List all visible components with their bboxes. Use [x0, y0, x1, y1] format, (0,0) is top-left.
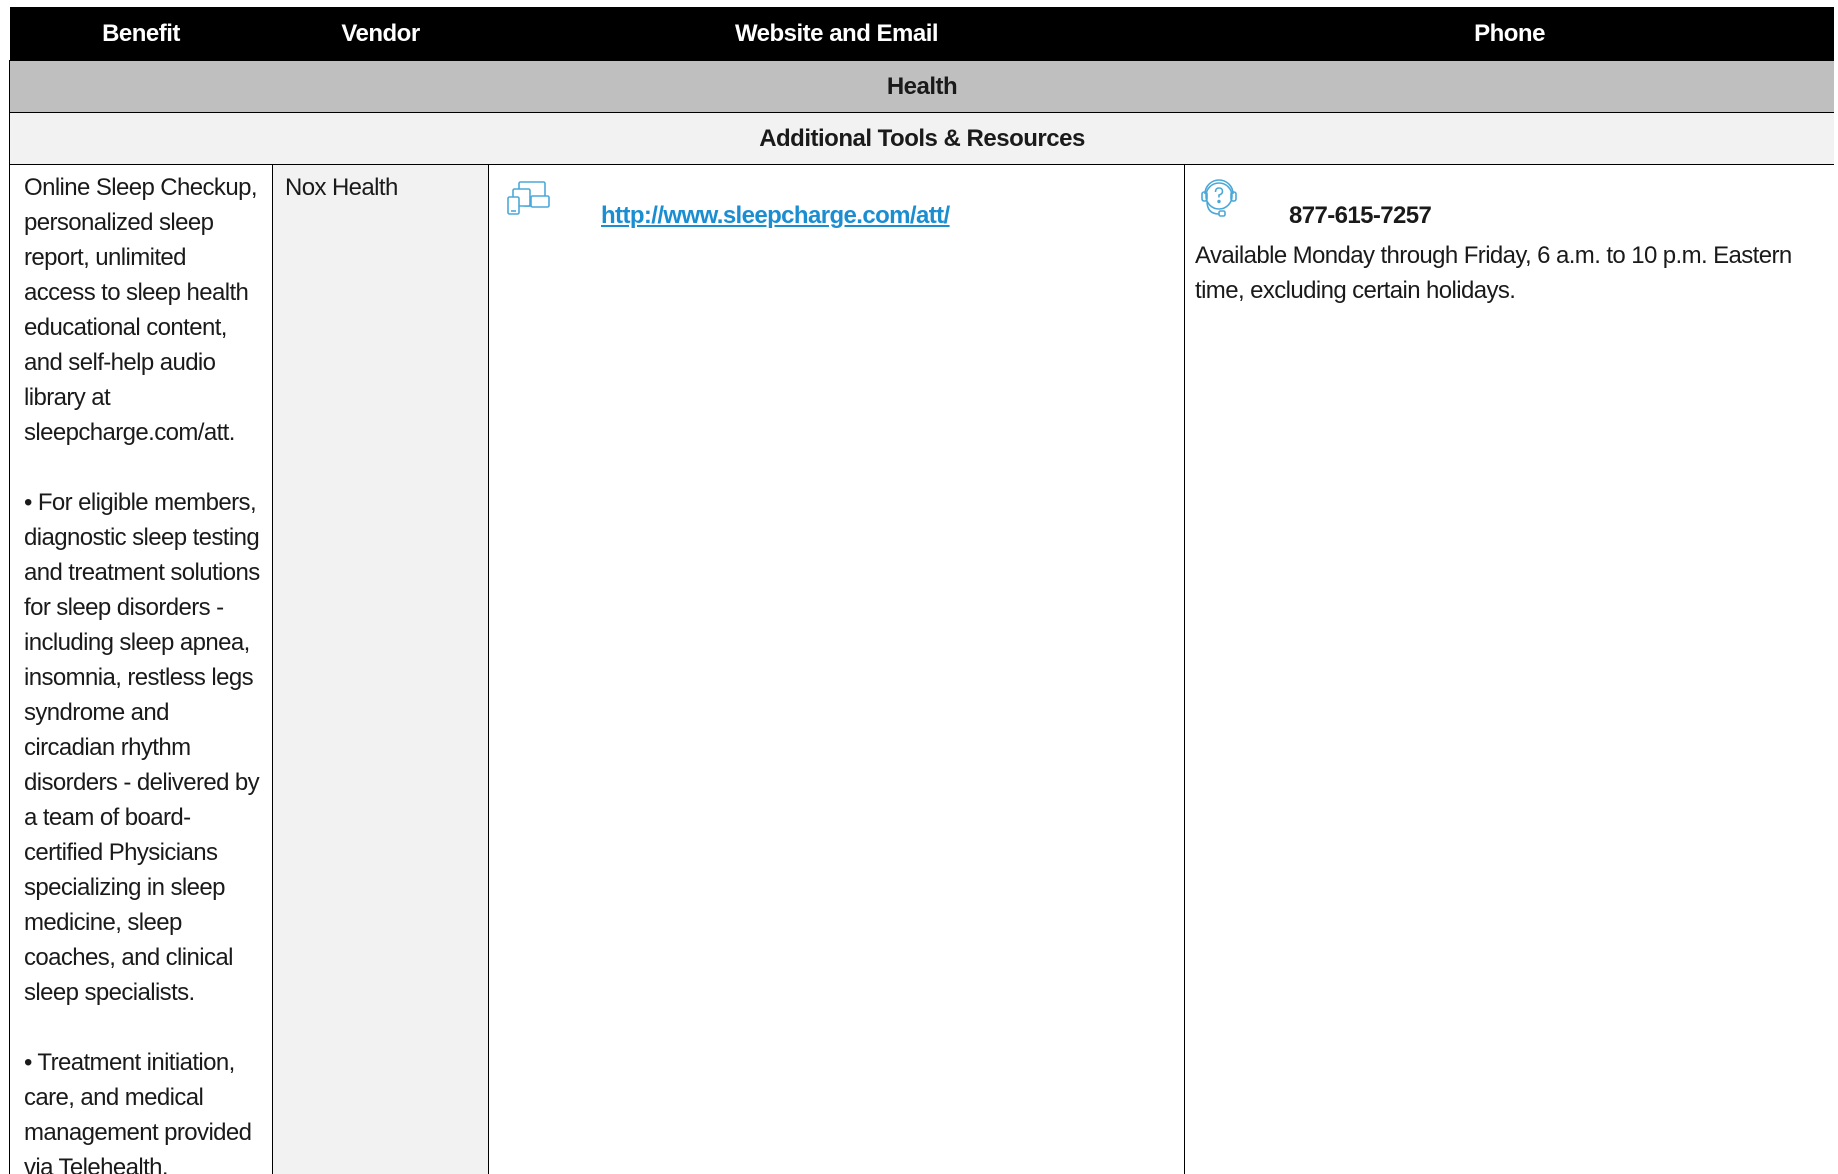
devices-icon	[507, 181, 550, 215]
header-website: Website and Email	[488, 7, 1185, 61]
header-phone: Phone	[1184, 7, 1834, 61]
phone-number[interactable]: 877-615-7257	[1289, 198, 1432, 233]
header-vendor: Vendor	[272, 7, 489, 61]
vendor-name: Nox Health	[285, 174, 398, 201]
benefit-description: Online Sleep Checkup, personalized sleep…	[24, 174, 257, 446]
section-row: Health	[9, 60, 1834, 113]
phone-line: 877-615-7257	[1197, 178, 1822, 233]
subsection-row: Additional Tools & Resources	[9, 112, 1834, 165]
benefits-table: Benefit Vendor Website and Email Phone H…	[9, 7, 1834, 1174]
vendor-cell: Nox Health	[272, 164, 489, 1174]
website-cell: http://www.sleepcharge.com/att/	[488, 164, 1185, 1174]
headset-help-icon	[1201, 179, 1237, 217]
website-line: http://www.sleepcharge.com/att/	[501, 180, 1172, 233]
benefit-diagnostic-bullet: • For eligible members, diagnostic sleep…	[24, 489, 260, 1006]
phone-hours: Available Monday through Friday, 6 a.m. …	[1195, 242, 1792, 304]
subsection-title: Additional Tools & Resources	[9, 112, 1834, 165]
benefit-treatment-bullet: • Treatment initiation, care, and medica…	[24, 1049, 252, 1174]
table-row: Online Sleep Checkup, personalized sleep…	[9, 164, 1834, 1174]
benefit-cell: Online Sleep Checkup, personalized sleep…	[9, 164, 273, 1174]
header-benefit: Benefit	[9, 7, 273, 61]
sleepcharge-link[interactable]: http://www.sleepcharge.com/att/	[601, 198, 950, 233]
header-row: Benefit Vendor Website and Email Phone	[9, 7, 1834, 61]
phone-cell: 877-615-7257 Available Monday through Fr…	[1184, 164, 1834, 1174]
benefits-sheet: Benefit Vendor Website and Email Phone H…	[9, 7, 1834, 1174]
section-title: Health	[9, 60, 1834, 113]
